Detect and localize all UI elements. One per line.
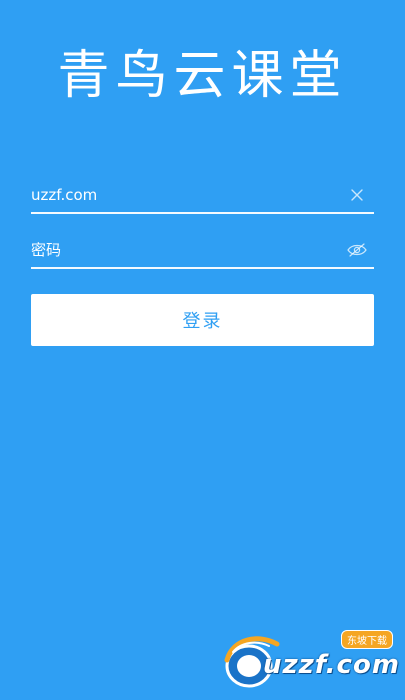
close-icon[interactable] [346, 185, 368, 205]
username-field [31, 178, 374, 214]
password-input[interactable] [31, 233, 331, 267]
watermark-logo: uzzf.com 东坡下载 [219, 630, 400, 692]
eye-off-icon[interactable] [346, 240, 368, 260]
watermark-text: uzzf.com [263, 650, 400, 680]
password-field [31, 233, 374, 269]
login-button[interactable]: 登录 [31, 294, 374, 346]
app-logo-title: 青鸟云课堂 [57, 46, 348, 106]
login-screen: 青鸟云课堂 登录 uzzf.com 东坡下载 [0, 0, 405, 700]
watermark-tag: 东坡下载 [341, 630, 393, 649]
username-input[interactable] [31, 178, 331, 212]
